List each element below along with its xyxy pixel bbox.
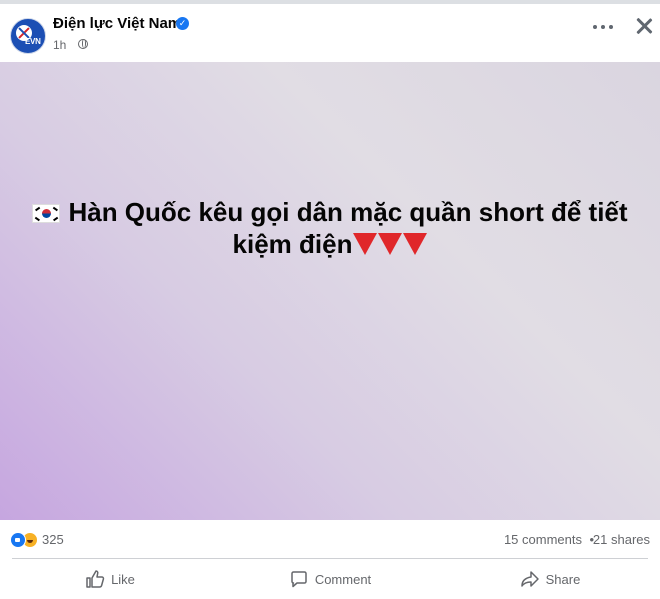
close-button[interactable] — [632, 14, 656, 38]
post-text: Hàn Quốc kêu gọi dân mặc quần short để t… — [68, 197, 628, 259]
reaction-count[interactable]: 325 — [42, 532, 64, 547]
red-triangle-down-icon — [353, 233, 378, 255]
avatar-logo-text: EVN — [25, 37, 41, 46]
comments-count[interactable]: 15 comments — [504, 532, 582, 547]
post-background — [0, 62, 660, 520]
post-text-block: Hàn Quốc kêu gọi dân mặc quần short để t… — [20, 196, 640, 260]
globe-icon — [78, 39, 88, 49]
post-header: EVN Điện lực Việt Nam ✓ 1h — [0, 4, 660, 62]
red-triangle-down-icon — [403, 233, 428, 255]
page-name-link[interactable]: Điện lực Việt Nam — [53, 15, 181, 32]
shares-count[interactable]: 21 shares — [593, 532, 650, 547]
action-bar: Like Comment Share — [0, 559, 660, 599]
red-triangle-down-icon — [378, 233, 403, 255]
like-reaction-icon — [10, 532, 26, 548]
verified-badge-icon: ✓ — [176, 17, 189, 30]
comment-button[interactable]: Comment — [220, 559, 440, 599]
comment-icon — [291, 571, 307, 588]
south-korea-flag-icon — [32, 204, 61, 223]
share-button[interactable]: Share — [440, 559, 660, 599]
more-options-button[interactable] — [590, 14, 616, 40]
like-button[interactable]: Like — [0, 559, 220, 599]
like-label: Like — [111, 571, 135, 587]
thumbs-up-icon — [86, 570, 105, 588]
reactions-bar: 325 15 comments • 21 shares — [0, 520, 660, 560]
share-label: Share — [545, 571, 581, 587]
share-arrow-icon — [520, 571, 539, 587]
comment-label: Comment — [314, 571, 372, 587]
post-time[interactable]: 1h — [53, 38, 66, 52]
more-horizontal-icon — [593, 25, 597, 29]
page-avatar[interactable]: EVN — [10, 18, 46, 54]
